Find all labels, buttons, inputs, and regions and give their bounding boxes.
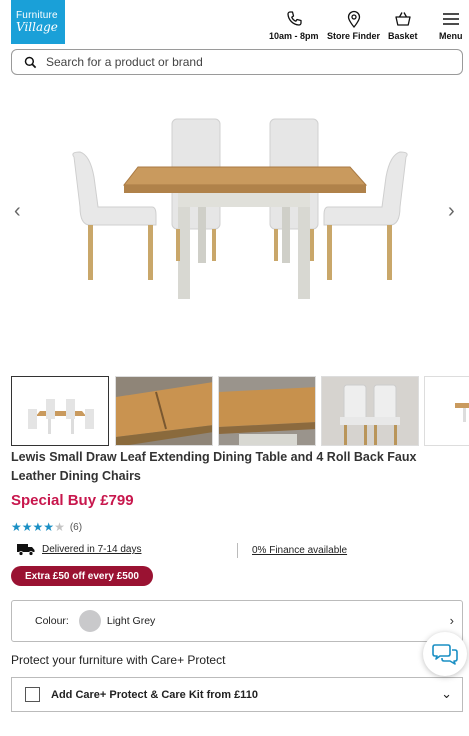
search-icon[interactable]	[24, 56, 37, 69]
colour-selector[interactable]: Colour: Light Grey ›	[11, 600, 463, 642]
logo-line-2: Village	[16, 20, 58, 34]
phone-icon	[287, 11, 302, 26]
star-icon-filled: ★	[21, 520, 33, 534]
finance-link[interactable]: 0% Finance available	[252, 545, 347, 556]
menu-button[interactable]: Menu	[439, 9, 463, 41]
thumbnail-5[interactable]	[424, 376, 469, 446]
search-input[interactable]	[46, 55, 446, 69]
delivery-link[interactable]: Delivered in 7-14 days	[42, 544, 142, 555]
menu-label: Menu	[439, 31, 463, 41]
star-icon-filled: ★	[43, 520, 55, 534]
product-title: Lewis Small Draw Leaf Extending Dining T…	[11, 450, 417, 483]
thumbnail-strip	[11, 376, 469, 446]
hamburger-menu-icon	[442, 13, 459, 25]
delivery-truck-icon	[17, 544, 35, 556]
basket-link[interactable]: Basket	[388, 9, 418, 41]
star-icon-empty: ★	[54, 520, 65, 534]
chat-button[interactable]	[423, 632, 467, 676]
previous-image-arrow-icon[interactable]: ‹	[14, 200, 21, 223]
rating-summary[interactable]: ★ ★ ★ ★ ★ (6)	[11, 521, 82, 533]
colour-label: Colour:	[35, 615, 69, 627]
review-count: (6)	[69, 521, 83, 533]
search-bar[interactable]	[11, 49, 463, 75]
colour-value: Light Grey	[106, 615, 156, 627]
basket-icon	[395, 12, 411, 26]
brand-logo[interactable]: Furniture Village	[11, 0, 65, 44]
chevron-right-icon: ›	[449, 613, 454, 628]
main-product-image[interactable]	[60, 107, 420, 307]
chat-bubbles-icon	[432, 644, 458, 665]
location-pin-icon	[347, 10, 360, 29]
colour-swatch	[78, 610, 101, 632]
product-image-gallery: ‹ ›	[0, 82, 469, 367]
care-protect-option[interactable]: Add Care+ Protect & Care Kit from £110 ⌄	[11, 677, 463, 712]
star-icon-filled: ★	[32, 520, 44, 534]
site-header: Furniture Village 10am - 8pm Store Finde…	[0, 0, 469, 48]
hours-label: 10am - 8pm	[269, 31, 319, 41]
care-protect-label: Add Care+ Protect & Care Kit from £110	[51, 688, 258, 701]
store-finder-label: Store Finder	[327, 31, 381, 41]
care-protect-checkbox[interactable]	[25, 687, 40, 702]
opening-hours-link[interactable]: 10am - 8pm	[269, 9, 319, 41]
basket-label: Basket	[388, 31, 418, 41]
delivery-info[interactable]: Delivered in 7-14 days	[17, 543, 142, 556]
thumbnail-3[interactable]	[218, 376, 316, 446]
next-image-arrow-icon[interactable]: ›	[448, 200, 455, 223]
thumbnail-1[interactable]	[11, 376, 109, 446]
divider	[237, 543, 238, 558]
star-icon-filled: ★	[11, 520, 22, 534]
thumbnail-2[interactable]	[115, 376, 213, 446]
thumbnail-4[interactable]	[321, 376, 419, 446]
care-protect-heading: Protect your furniture with Care+ Protec…	[11, 653, 226, 667]
product-price: Special Buy £799	[11, 492, 134, 509]
promo-badge: Extra £50 off every £500	[11, 566, 153, 586]
store-finder-link[interactable]: Store Finder	[327, 9, 380, 41]
chevron-down-icon[interactable]: ⌄	[441, 686, 452, 702]
